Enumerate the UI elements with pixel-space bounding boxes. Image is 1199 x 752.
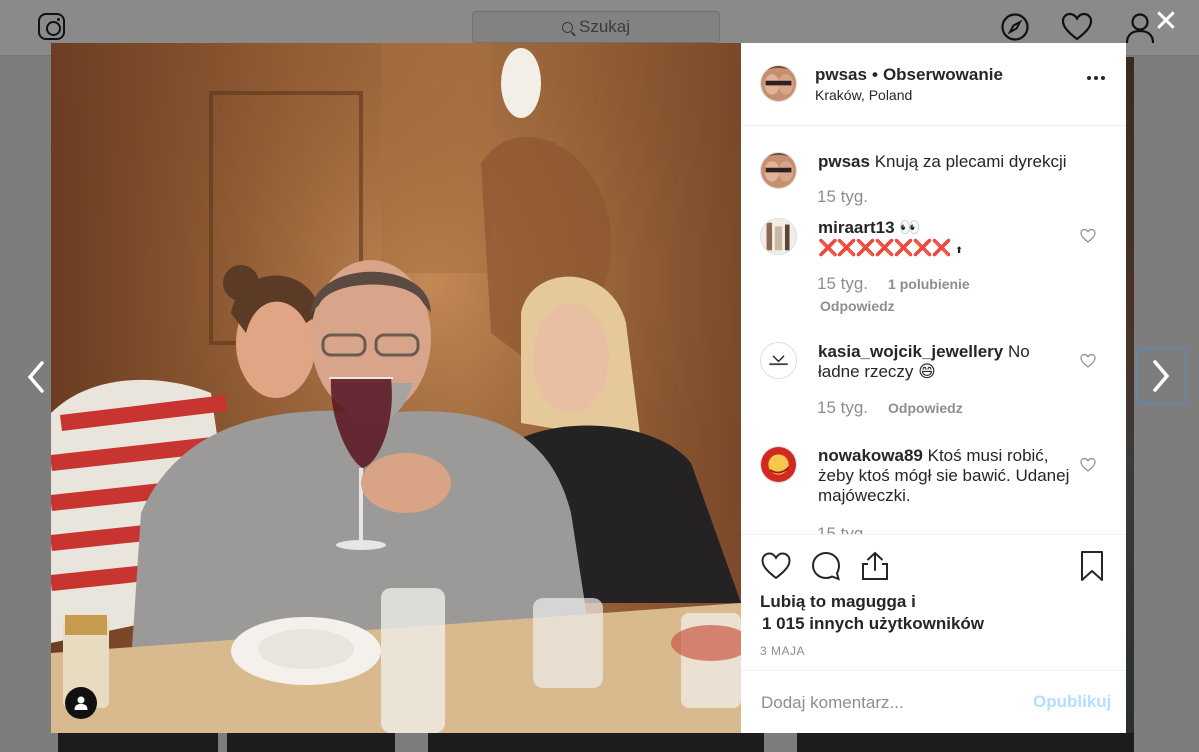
- photo-illustration: [51, 43, 741, 733]
- heart-icon[interactable]: [1061, 12, 1093, 47]
- commenter-avatar[interactable]: [760, 446, 797, 483]
- background-search-input[interactable]: Szukaj: [472, 11, 720, 43]
- instagram-logo-icon[interactable]: [38, 13, 65, 40]
- comment-bubble-icon[interactable]: [810, 550, 842, 582]
- comment-text: kasia_wojcik_jewellery No ładne rzeczy 😄: [818, 342, 1073, 382]
- share-icon[interactable]: [859, 550, 891, 582]
- comments-list[interactable]: pwsas Knują za plecami dyrekcji 15 tyg. …: [741, 126, 1126, 534]
- background-thumbnail: [227, 733, 395, 752]
- comment-text: nowakowa89 Ktoś musi robić, żeby ktoś mó…: [818, 446, 1073, 506]
- commenter-avatar[interactable]: [760, 342, 797, 379]
- comment-username[interactable]: kasia_wojcik_jewellery: [818, 342, 1003, 361]
- follow-status-button[interactable]: Obserwowanie: [883, 65, 1003, 84]
- comment-text: pwsas Knują za plecami dyrekcji: [818, 152, 1118, 172]
- comment-body-line2: ❌❌❌❌❌❌❌: [818, 240, 951, 257]
- chevron-left-icon: [27, 361, 44, 393]
- commenter-avatar[interactable]: [760, 152, 797, 189]
- comment-meta: 15 tyg.: [817, 524, 868, 534]
- more-dot: [1101, 76, 1105, 80]
- search-icon: [561, 21, 573, 33]
- comment-meta: 15 tyg. 1 polubienie: [817, 274, 970, 294]
- likes-summary[interactable]: Lubią to magugga i 1 015 innych użytkown…: [760, 591, 984, 635]
- comment-time[interactable]: 15 tyg.: [817, 274, 868, 294]
- bookmark-icon[interactable]: [1078, 550, 1106, 582]
- search-placeholder: Szukaj: [578, 17, 631, 36]
- author-username[interactable]: pwsas: [815, 65, 867, 84]
- compass-icon[interactable]: [1000, 12, 1030, 47]
- like-heart-icon[interactable]: [760, 550, 792, 582]
- like-comment-heart-icon[interactable]: [1080, 228, 1096, 244]
- comment-time[interactable]: 15 tyg.: [817, 187, 868, 207]
- post-details-panel: pwsas • Obserwowanie Kraków, Poland pwsas …: [741, 43, 1126, 733]
- tagged-user-button[interactable]: [65, 687, 97, 719]
- publish-comment-button[interactable]: Opublikuj: [1033, 692, 1111, 712]
- likes-line-1: Lubią to magugga i: [760, 592, 916, 611]
- post-actions: Lubią to magugga i 1 015 innych użytkown…: [741, 534, 1126, 670]
- comment-time[interactable]: 15 tyg.: [817, 524, 868, 534]
- comment-username[interactable]: miraart13: [818, 218, 895, 237]
- add-comment-input[interactable]: [761, 691, 1011, 715]
- comment-likes[interactable]: 1 polubienie: [888, 276, 970, 292]
- comment-time[interactable]: 15 tyg.: [817, 398, 868, 418]
- background-photo-edge: [1126, 57, 1134, 733]
- background-thumbnail: [428, 733, 764, 752]
- background-thumbnail: [797, 733, 1134, 752]
- more-dot: [1087, 76, 1091, 80]
- more-options-button[interactable]: [1087, 76, 1105, 82]
- likes-line-2: 1 015 innych użytkowników: [762, 614, 985, 633]
- more-dot: [1094, 76, 1098, 80]
- post-location[interactable]: Kraków, Poland: [815, 87, 912, 103]
- author-avatar[interactable]: [760, 65, 797, 102]
- post-photo[interactable]: [51, 43, 741, 733]
- add-comment-section: Opublikuj: [741, 670, 1126, 733]
- like-comment-heart-icon[interactable]: [1080, 457, 1096, 473]
- comment-meta: 15 tyg.: [817, 187, 868, 207]
- reply-button[interactable]: Odpowiedz: [888, 400, 963, 416]
- comment-username[interactable]: nowakowa89: [818, 446, 923, 465]
- comment-meta: 15 tyg. Odpowiedz: [817, 398, 963, 418]
- chevron-right-icon: [1153, 360, 1170, 392]
- background-thumbnail: [58, 733, 218, 752]
- user-tag-icon: [74, 696, 88, 710]
- next-post-button[interactable]: [1136, 348, 1186, 404]
- comment-body: Knują za plecami dyrekcji: [874, 152, 1067, 171]
- header-separator: •: [871, 65, 878, 84]
- comment-username[interactable]: pwsas: [818, 152, 870, 171]
- comment-text: miraart13 👀 ❌❌❌❌❌❌❌ ⬆: [818, 218, 1073, 260]
- like-comment-heart-icon[interactable]: [1080, 353, 1096, 369]
- post-date[interactable]: 3 MAJA: [760, 644, 805, 658]
- post-header: pwsas • Obserwowanie Kraków, Poland: [741, 43, 1126, 126]
- post-author-line: pwsas • Obserwowanie: [815, 65, 1003, 85]
- previous-post-button[interactable]: [16, 355, 56, 399]
- close-button[interactable]: ✕: [1152, 7, 1180, 37]
- reply-button[interactable]: Odpowiedz: [820, 298, 895, 314]
- top-arrow-icon: ⬆: [955, 245, 963, 255]
- commenter-avatar[interactable]: [760, 218, 797, 255]
- comment-body: 👀: [899, 218, 921, 237]
